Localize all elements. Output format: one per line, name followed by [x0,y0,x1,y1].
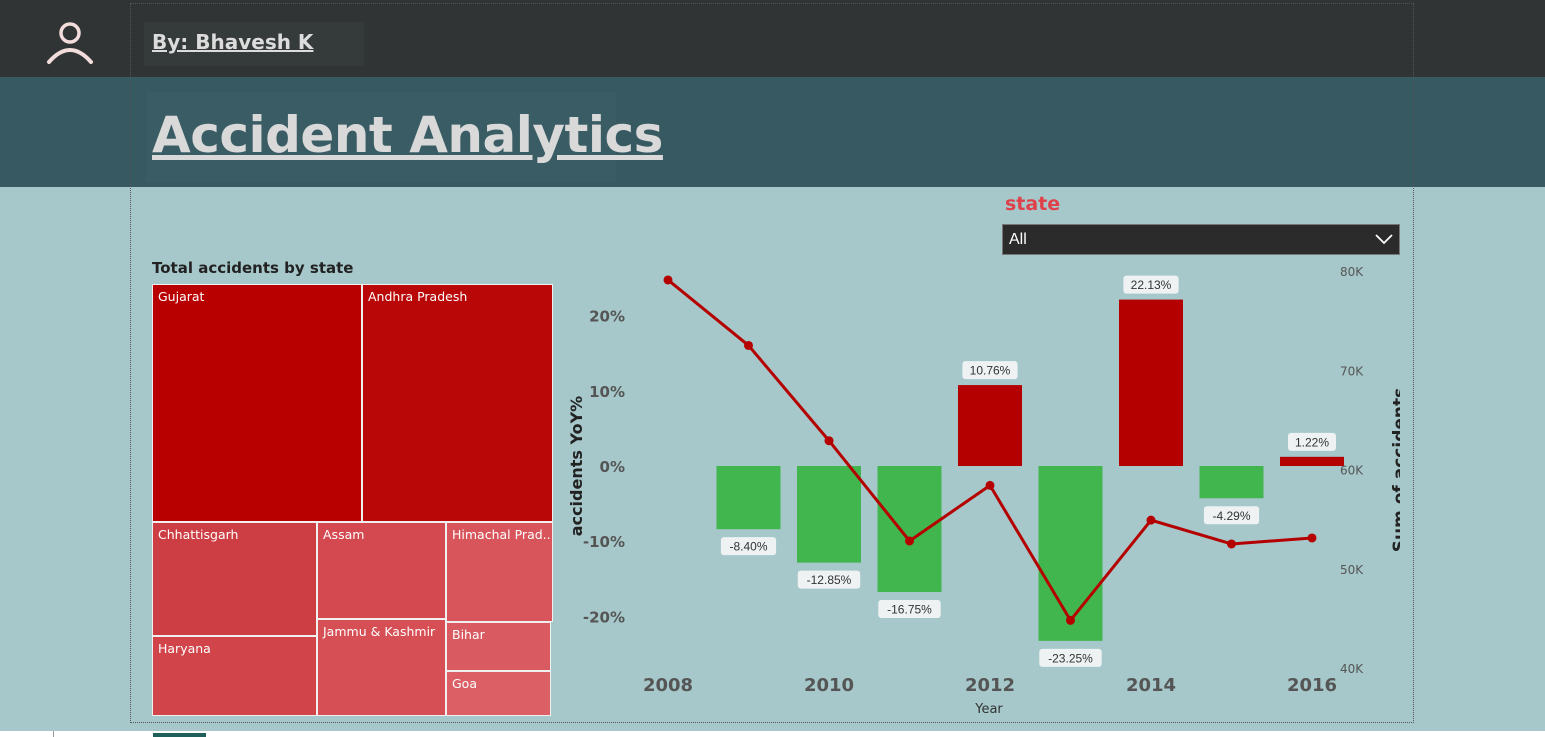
data-label: -12.85% [807,573,852,587]
treemap-tile-jammu-kashmir[interactable]: Jammu & Kashmir [317,619,446,716]
accidents-point [1146,515,1156,525]
yoy-bar [1038,466,1103,641]
byline-text: By: Bhavesh K [152,30,314,54]
y2-tick-label: 40K [1340,662,1364,676]
yoy-combo-chart: -8.40% -12.85% -16.75% 10.76% -23.25% 22.13% -… [567,265,1400,717]
yoy-bar [958,385,1022,466]
treemap-tile-haryana[interactable]: Haryana [152,636,317,716]
yoy-bar [716,466,781,530]
yoy-bar [877,466,942,592]
accidents-point [824,436,834,446]
accidents-point [744,340,753,350]
treemap-tile-assam[interactable]: Assam [317,522,446,619]
data-label: 22.13% [1131,278,1172,292]
yoy-bar [1199,466,1264,499]
y-tick-label: -20% [583,608,625,626]
tab-divider [53,731,54,737]
y2-tick-label: 50K [1340,563,1364,577]
y2-tick-label: 60K [1340,464,1364,478]
accidents-point [985,480,995,490]
treemap-tile-label: Bihar [452,627,485,642]
user-icon[interactable] [40,18,100,68]
state-slicer-label: state [1005,193,1061,215]
yoy-bar [1280,456,1344,466]
treemap-title: Total accidents by state [152,259,354,277]
x-tick-label: 2016 [1287,675,1337,696]
data-label: -16.75% [887,602,932,616]
y-tick-label: 0% [600,458,625,476]
byline-box: By: Bhavesh K [144,22,364,66]
x-tick-label: 2010 [804,675,854,696]
page-tab-strip [0,731,1545,737]
data-label: 10.76% [970,364,1011,378]
treemap-tile-label: Andhra Pradesh [368,289,468,304]
y-tick-label: 10% [589,383,625,401]
chevron-down-icon[interactable] [1375,232,1393,246]
treemap-tile-label: Gujarat [158,289,205,304]
state-slicer-dropdown[interactable]: All [1002,224,1400,255]
x-tick-label: 2008 [643,675,693,696]
y2-tick-label: 70K [1340,364,1364,378]
accidents-point [905,536,914,546]
accidents-point [663,275,673,285]
accidents-point [1227,539,1236,549]
y-axis-title: accidents YoY% [567,396,586,536]
accidents-point [1307,533,1317,543]
treemap-tile-label: Jammu & Kashmir [323,624,436,639]
yoy-bar [797,466,861,563]
x-tick-label: 2014 [1126,675,1176,696]
page-title: Accident Analytics [152,106,663,164]
x-tick-label: 2012 [965,675,1015,696]
data-label: -8.40% [729,540,767,554]
treemap-tile-chhattisgarh[interactable]: Chhattisgarh [152,522,317,636]
treemap-tile-goa[interactable]: Goa [446,671,551,716]
y2-tick-label: 80K [1340,265,1364,279]
data-label: -4.29% [1212,509,1250,523]
treemap-tile-label: Assam [323,527,365,542]
treemap-tile-label: Himachal Prad... [452,527,553,542]
x-axis-title: Year [974,702,1003,717]
top-bar: By: Bhavesh K [0,0,1545,77]
accidents-point [1066,615,1075,625]
state-slicer-value: All [1009,231,1027,248]
y-tick-label: -10% [583,533,625,551]
treemap-tile-himachal-pradesh[interactable]: Himachal Prad... [446,522,553,622]
y2-axis-title: Sum of accidents [1390,388,1400,552]
data-label: 1.22% [1295,435,1329,449]
treemap-tile-label: Goa [452,676,477,691]
treemap-tile-label: Haryana [158,641,211,656]
treemap-tile-label: Chhattisgarh [158,527,239,542]
active-page-tab[interactable] [153,733,206,737]
treemap-tile-gujarat[interactable]: Gujarat [152,284,362,522]
y-tick-label: 20% [589,308,625,326]
treemap-tile-andhra-pradesh[interactable]: Andhra Pradesh [362,284,553,522]
treemap: Gujarat Andhra Pradesh Chhattisgarh Assa… [152,284,553,716]
yoy-bar [1119,299,1183,466]
treemap-tile-bihar[interactable]: Bihar [446,622,551,671]
data-label: -23.25% [1048,651,1093,665]
